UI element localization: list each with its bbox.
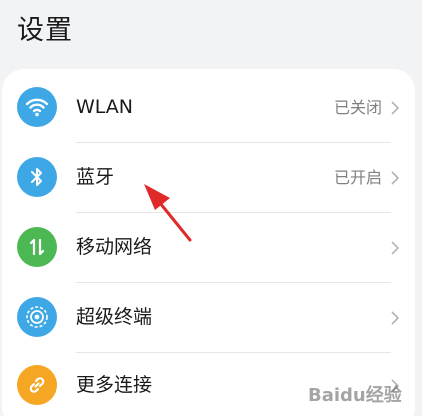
bluetooth-icon — [17, 157, 57, 197]
watermark: Baidu经验 — [308, 380, 416, 408]
settings-item-status: 已开启 — [333, 168, 382, 187]
wifi-icon — [17, 87, 57, 127]
page-title: 设置 — [17, 15, 73, 46]
settings-item-wlan[interactable]: WLAN 已关闭 — [2, 73, 415, 142]
settings-item-mobile-network[interactable]: 移动网络 — [2, 213, 415, 282]
super-device-icon — [17, 297, 57, 337]
settings-item-label: 更多连接 — [76, 374, 153, 396]
mobile-data-icon — [17, 227, 57, 267]
settings-item-label: 蓝牙 — [76, 166, 115, 188]
settings-item-label: 移动网络 — [76, 236, 153, 258]
link-icon — [17, 365, 57, 405]
settings-card: WLAN 已关闭 蓝牙 已开启 移动网络 超级终端 更多连接 — [2, 69, 415, 416]
watermark-text: Baidu经验 — [308, 385, 402, 406]
settings-page: 设置 WLAN 已关闭 蓝牙 已开启 移动网络 超级终端 更多连接 Baidu经… — [0, 0, 422, 416]
chevron-right-icon — [391, 171, 400, 185]
settings-item-bluetooth[interactable]: 蓝牙 已开启 — [2, 143, 415, 212]
chevron-right-icon — [391, 241, 400, 255]
settings-item-super-device[interactable]: 超级终端 — [2, 283, 415, 352]
settings-item-status: 已关闭 — [333, 98, 382, 117]
settings-item-label: WLAN — [76, 96, 134, 118]
settings-item-label: 超级终端 — [76, 306, 153, 328]
chevron-right-icon — [391, 101, 400, 115]
chevron-right-icon — [391, 311, 400, 325]
